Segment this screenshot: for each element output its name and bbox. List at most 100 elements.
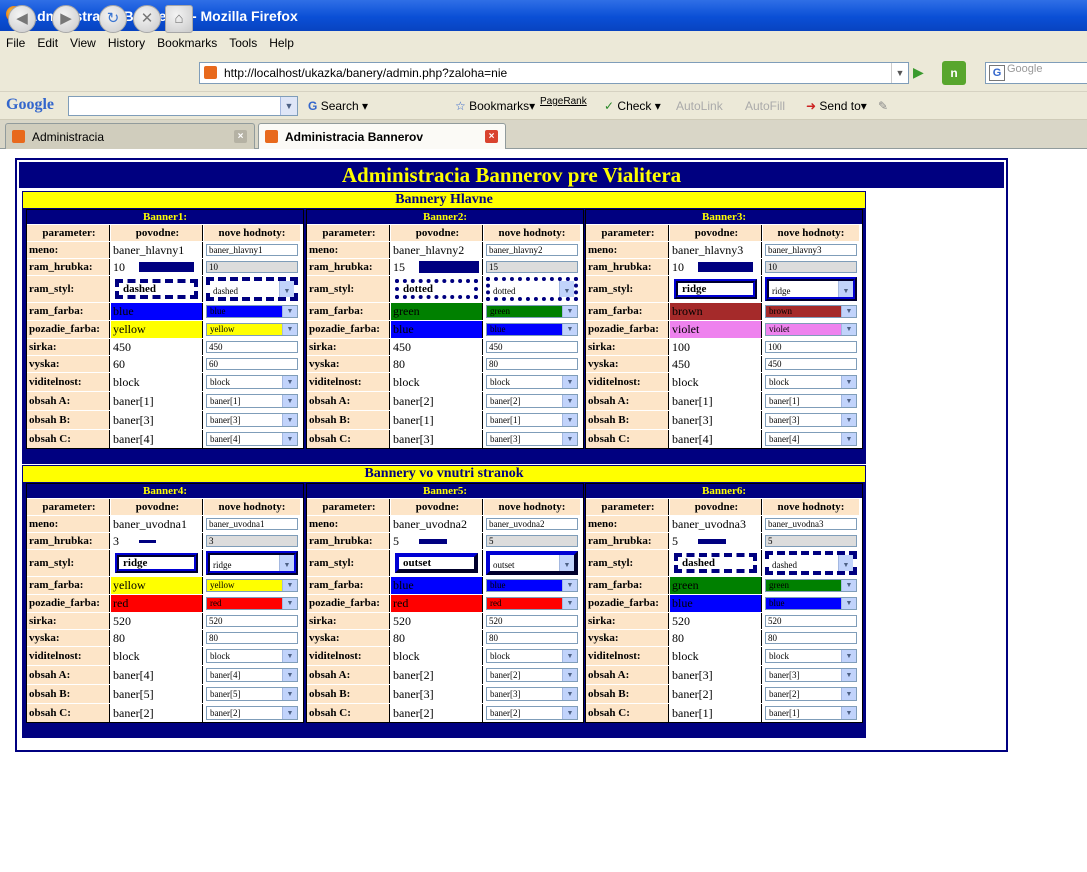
value-select[interactable]: red ▼ — [206, 597, 298, 610]
tab-administracia-bannerov[interactable]: Administracia Bannerov × — [258, 123, 506, 149]
value-input[interactable]: 60 — [206, 358, 298, 370]
value-select[interactable]: blue ▼ — [765, 597, 857, 610]
value-select[interactable]: brown ▼ — [765, 305, 857, 318]
menu-view[interactable]: View — [64, 31, 102, 50]
value-input[interactable]: 5 — [486, 535, 578, 547]
value-select[interactable]: block ▼ — [765, 649, 857, 663]
value-select[interactable]: yellow ▼ — [206, 323, 298, 336]
value-input[interactable]: 520 — [765, 615, 857, 627]
value-select[interactable]: ridge ▼ — [765, 277, 857, 301]
menu-file[interactable]: File — [0, 31, 31, 50]
value-input[interactable]: 15 — [486, 261, 578, 273]
chevron-down-icon[interactable]: ▼ — [282, 433, 297, 445]
chevron-down-icon[interactable]: ▼ — [282, 395, 297, 407]
value-select[interactable]: red ▼ — [486, 597, 578, 610]
chevron-down-icon[interactable]: ▼ — [841, 324, 856, 335]
value-select[interactable]: outset ▼ — [486, 551, 578, 575]
chevron-down-icon[interactable]: ▼ — [282, 688, 297, 700]
chevron-down-icon[interactable]: ▼ — [562, 376, 577, 388]
chevron-down-icon[interactable]: ▼ — [562, 414, 577, 426]
value-select[interactable]: baner[2] ▼ — [486, 394, 578, 408]
value-input[interactable]: baner_hlavny2 — [486, 244, 578, 256]
url-bar[interactable]: http://localhost/ukazka/banery/admin.php… — [199, 62, 909, 84]
chevron-down-icon[interactable]: ▼ — [841, 395, 856, 407]
close-tab-icon[interactable]: × — [485, 130, 498, 143]
chevron-down-icon[interactable]: ▼ — [282, 707, 297, 719]
autolink-button[interactable]: AutoLink — [676, 99, 723, 113]
value-select[interactable]: baner[1] ▼ — [765, 394, 857, 408]
value-input[interactable]: 80 — [486, 358, 578, 370]
chevron-down-icon[interactable]: ▼ — [282, 306, 297, 317]
menu-history[interactable]: History — [102, 31, 151, 50]
value-select[interactable]: violet ▼ — [765, 323, 857, 336]
value-select[interactable]: baner[4] ▼ — [765, 432, 857, 446]
chevron-down-icon[interactable]: ▼ — [562, 324, 577, 335]
chevron-down-icon[interactable]: ▼ — [559, 555, 574, 571]
menu-help[interactable]: Help — [263, 31, 300, 50]
chevron-down-icon[interactable]: ▼ — [559, 281, 574, 297]
chevron-down-icon[interactable]: ▼ — [841, 650, 856, 662]
value-input[interactable]: 100 — [765, 341, 857, 353]
bookmarks-button[interactable]: ☆ Bookmarks▾ — [455, 99, 535, 113]
value-input[interactable]: 450 — [486, 341, 578, 353]
go-icon[interactable]: ▶ — [913, 64, 924, 81]
value-select[interactable]: baner[3] ▼ — [765, 668, 857, 682]
send-to-button[interactable]: ➜ Send to▾ — [806, 99, 867, 113]
chevron-down-icon[interactable]: ▼ — [841, 433, 856, 445]
value-select[interactable]: green ▼ — [765, 579, 857, 592]
value-select[interactable]: blue ▼ — [206, 305, 298, 318]
chevron-down-icon[interactable]: ▼ — [838, 555, 853, 571]
chevron-down-icon[interactable]: ▼ — [282, 650, 297, 662]
value-select[interactable]: baner[3] ▼ — [206, 413, 298, 427]
value-select[interactable]: baner[1] ▼ — [765, 706, 857, 720]
addon-icon[interactable]: n — [942, 61, 966, 85]
value-select[interactable]: ridge ▼ — [206, 551, 298, 575]
value-input[interactable]: baner_hlavny1 — [206, 244, 298, 256]
value-input[interactable]: 5 — [765, 535, 857, 547]
value-input[interactable]: 450 — [765, 358, 857, 370]
chevron-down-icon[interactable]: ▼ — [562, 395, 577, 407]
value-select[interactable]: baner[3] ▼ — [486, 687, 578, 701]
tab-administracia[interactable]: Administracia × — [5, 123, 255, 149]
chevron-down-icon[interactable]: ▼ — [282, 376, 297, 388]
settings-icon[interactable]: ✎ — [878, 99, 888, 113]
value-select[interactable]: dashed ▼ — [206, 277, 298, 301]
value-select[interactable]: block ▼ — [486, 649, 578, 663]
value-input[interactable]: 10 — [765, 261, 857, 273]
spellcheck-button[interactable]: ✓ Check ▾ — [604, 99, 661, 113]
value-select[interactable]: baner[4] ▼ — [206, 668, 298, 682]
value-select[interactable]: green ▼ — [486, 305, 578, 318]
chevron-down-icon[interactable]: ▼ — [282, 598, 297, 609]
chevron-down-icon[interactable]: ▼ — [562, 306, 577, 317]
back-arrow-icon[interactable]: ◀ — [8, 5, 36, 33]
chevron-down-icon[interactable]: ▼ — [841, 306, 856, 317]
close-tab-icon[interactable]: × — [234, 130, 247, 143]
value-input[interactable]: baner_uvodna3 — [765, 518, 857, 530]
value-select[interactable]: baner[5] ▼ — [206, 687, 298, 701]
chevron-down-icon[interactable]: ▼ — [562, 707, 577, 719]
value-input[interactable]: 520 — [206, 615, 298, 627]
value-select[interactable]: block ▼ — [206, 649, 298, 663]
chevron-down-icon[interactable]: ▼ — [841, 598, 856, 609]
chevron-down-icon[interactable]: ▼ — [841, 376, 856, 388]
value-select[interactable]: baner[2] ▼ — [206, 706, 298, 720]
chevron-down-icon[interactable]: ▼ — [841, 580, 856, 591]
chevron-down-icon[interactable]: ▼ — [282, 669, 297, 681]
value-input[interactable]: 10 — [206, 261, 298, 273]
reload-icon[interactable]: ↻ — [99, 5, 127, 33]
chevron-down-icon[interactable]: ▼ — [279, 555, 294, 571]
chevron-down-icon[interactable]: ▼ — [841, 414, 856, 426]
value-input[interactable]: 80 — [486, 632, 578, 644]
chevron-down-icon[interactable]: ▼ — [282, 580, 297, 591]
value-select[interactable]: baner[2] ▼ — [486, 668, 578, 682]
menu-edit[interactable]: Edit — [31, 31, 64, 50]
value-select[interactable]: baner[3] ▼ — [486, 432, 578, 446]
value-select[interactable]: baner[1] ▼ — [486, 413, 578, 427]
chevron-down-icon[interactable]: ▼ — [562, 580, 577, 591]
chevron-down-icon[interactable]: ▼ — [562, 433, 577, 445]
menu-bookmarks[interactable]: Bookmarks — [151, 31, 223, 50]
google-search-button[interactable]: G Search ▾ — [308, 99, 368, 113]
value-select[interactable]: yellow ▼ — [206, 579, 298, 592]
value-select[interactable]: baner[3] ▼ — [765, 413, 857, 427]
value-input[interactable]: 450 — [206, 341, 298, 353]
